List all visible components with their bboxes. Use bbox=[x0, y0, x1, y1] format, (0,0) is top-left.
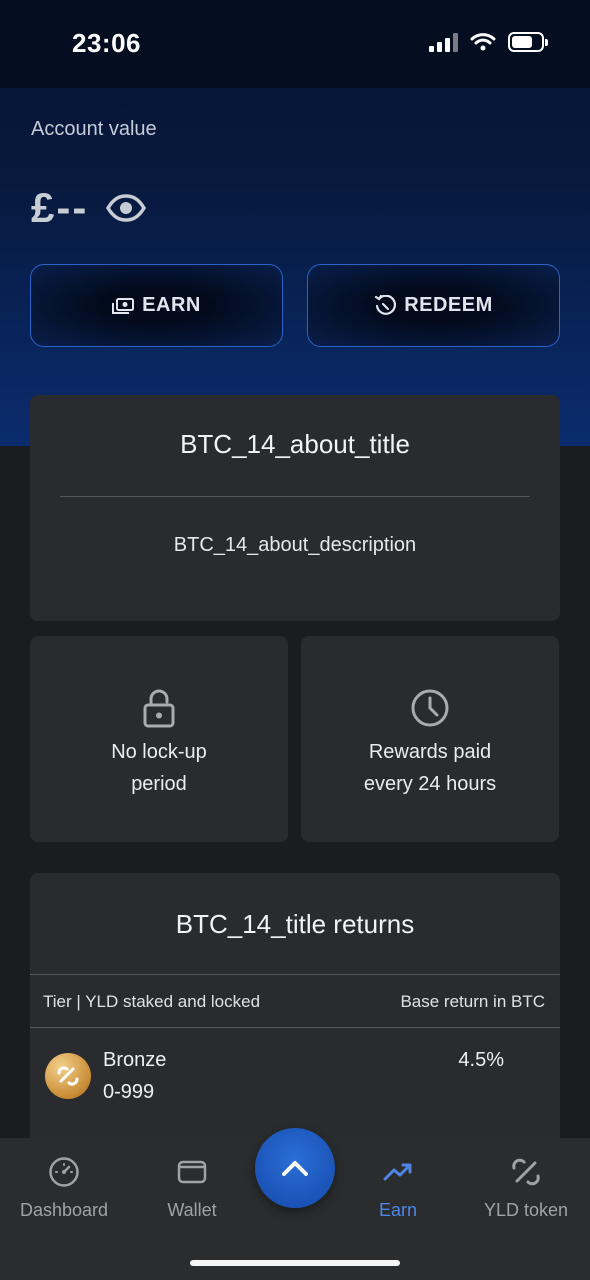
about-description: BTC_14_about_description bbox=[173, 534, 417, 556]
earn-button[interactable]: EARN bbox=[30, 264, 283, 347]
dashboard-gauge-icon bbox=[49, 1157, 79, 1187]
status-icons bbox=[429, 32, 548, 52]
column-return-header: Base return in BTC bbox=[400, 992, 545, 1011]
no-lockup-text: No lock-up period bbox=[111, 736, 207, 800]
account-value-label: Account value bbox=[31, 118, 157, 140]
status-time: 23:06 bbox=[72, 28, 141, 58]
nav-wallet[interactable]: Wallet bbox=[142, 1156, 242, 1221]
scroll-up-button[interactable] bbox=[255, 1128, 335, 1208]
chevron-up-icon bbox=[282, 1161, 308, 1176]
wifi-icon bbox=[470, 33, 496, 51]
nav-earn-label: Earn bbox=[378, 1200, 418, 1220]
bronze-badge-icon bbox=[45, 1053, 91, 1099]
yld-token-icon bbox=[512, 1158, 540, 1186]
divider bbox=[60, 496, 530, 497]
nav-dashboard-label: Dashboard bbox=[19, 1200, 109, 1220]
redeem-button[interactable]: REDEEM bbox=[307, 264, 560, 347]
eye-icon[interactable] bbox=[106, 194, 147, 222]
column-tier-header: Tier | YLD staked and locked bbox=[43, 992, 261, 1011]
no-lockup-card: No lock-up period bbox=[30, 636, 288, 842]
returns-table-header: Tier | YLD staked and locked Base return… bbox=[30, 974, 560, 1028]
redeem-icon bbox=[375, 294, 397, 315]
tier-range: 0-999 bbox=[103, 1081, 155, 1103]
redeem-button-label: REDEEM bbox=[404, 294, 493, 316]
no-lockup-line2: period bbox=[131, 773, 187, 795]
battery-icon bbox=[508, 32, 548, 52]
nav-yld-token[interactable]: YLD token bbox=[476, 1156, 576, 1221]
home-indicator bbox=[190, 1260, 400, 1266]
rewards-card: Rewards paid every 24 hours bbox=[301, 636, 559, 842]
balance-row: £-- bbox=[31, 184, 147, 232]
returns-card: BTC_14_title returns Tier | YLD staked a… bbox=[30, 873, 560, 1163]
earn-cash-icon bbox=[112, 297, 135, 314]
earn-button-label: EARN bbox=[142, 294, 201, 316]
about-card: BTC_14_about_title BTC_14_about_descript… bbox=[30, 395, 560, 621]
trending-up-icon bbox=[383, 1163, 412, 1181]
about-title: BTC_14_about_title bbox=[180, 429, 410, 459]
nav-yld-token-label: YLD token bbox=[483, 1200, 569, 1220]
lock-icon bbox=[143, 689, 175, 728]
nav-earn[interactable]: Earn bbox=[348, 1156, 448, 1221]
signal-icon bbox=[429, 32, 458, 52]
rewards-line1: Rewards paid bbox=[368, 741, 492, 763]
tier-return: 4.5% bbox=[458, 1049, 504, 1071]
nav-dashboard[interactable]: Dashboard bbox=[14, 1156, 114, 1221]
clock-icon bbox=[411, 689, 449, 727]
tier-name: Bronze bbox=[103, 1049, 167, 1071]
account-balance: £-- bbox=[31, 184, 89, 231]
status-bar: 23:06 bbox=[0, 0, 590, 88]
returns-title: BTC_14_title returns bbox=[175, 909, 415, 939]
rewards-text: Rewards paid every 24 hours bbox=[364, 736, 496, 800]
nav-wallet-label: Wallet bbox=[167, 1200, 217, 1220]
no-lockup-line1: No lock-up bbox=[111, 741, 207, 763]
table-row: Bronze 0-999 4.5% bbox=[30, 1045, 560, 1115]
wallet-icon bbox=[177, 1160, 207, 1184]
rewards-line2: every 24 hours bbox=[363, 773, 497, 795]
